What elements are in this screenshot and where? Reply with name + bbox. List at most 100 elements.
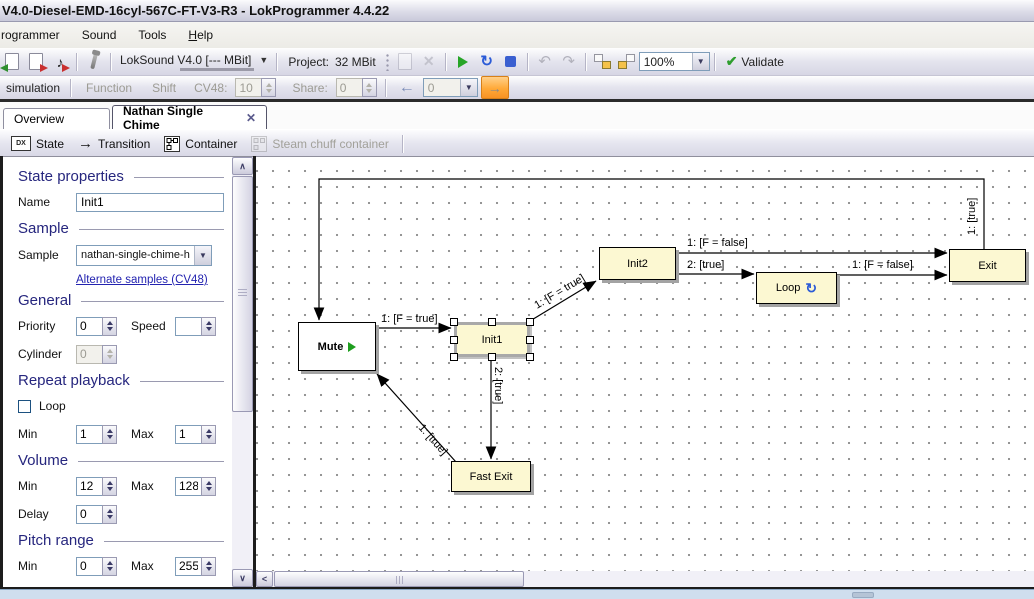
priority-input[interactable]	[76, 317, 102, 336]
spin-down-icon[interactable]	[107, 327, 113, 331]
menu-sound[interactable]: Sound	[71, 25, 128, 45]
state-node-init1[interactable]: Init1	[454, 322, 530, 357]
menu-tools[interactable]: Tools	[127, 25, 177, 45]
spin-up-icon[interactable]	[206, 429, 212, 433]
spin-up-icon[interactable]	[107, 481, 113, 485]
spinner-buttons[interactable]	[102, 317, 117, 336]
red-arrow-icon	[40, 64, 48, 72]
pitch-min-spinner[interactable]	[76, 557, 117, 576]
pitch-min-input[interactable]	[76, 557, 102, 576]
repeat-max-input[interactable]	[175, 425, 201, 444]
scrollbar-thumb[interactable]	[274, 571, 524, 587]
volume-min-spinner[interactable]	[76, 477, 117, 496]
previous-state-button[interactable]: ←	[396, 77, 418, 99]
selection-handle[interactable]	[526, 318, 534, 326]
state-node-exit[interactable]: Exit	[949, 249, 1026, 282]
write-to-programmer-button[interactable]	[25, 51, 47, 73]
alternate-samples-link[interactable]: Alternate samples (CV48)	[76, 274, 208, 286]
spinner-buttons[interactable]	[201, 425, 216, 444]
tab-nathan-single-chime[interactable]: Nathan Single Chime ✕	[112, 105, 267, 129]
selection-handle[interactable]	[450, 336, 458, 344]
spin-up-icon[interactable]	[107, 429, 113, 433]
sample-select[interactable]: nathan-single-chime-h ▼	[76, 245, 212, 266]
spin-down-icon[interactable]	[206, 487, 212, 491]
close-tab-icon[interactable]: ✕	[246, 111, 256, 125]
volume-max-input[interactable]	[175, 477, 201, 496]
spinner-buttons[interactable]	[102, 505, 117, 524]
delay-spinner[interactable]	[76, 505, 117, 524]
repeat-min-spinner[interactable]	[76, 425, 117, 444]
spin-up-icon[interactable]	[107, 561, 113, 565]
selection-handle[interactable]	[526, 336, 534, 344]
speed-spinner[interactable]	[175, 317, 216, 336]
scroll-left-button[interactable]: <	[256, 571, 273, 587]
scroll-down-button[interactable]: ∨	[232, 569, 253, 587]
read-from-programmer-button[interactable]	[1, 51, 23, 73]
spinner-buttons[interactable]	[102, 477, 117, 496]
delete-button[interactable]: ✕	[418, 51, 440, 73]
spin-down-icon[interactable]	[107, 435, 113, 439]
state-node-mute[interactable]: Mute	[298, 322, 376, 371]
play-sound-button[interactable]	[452, 51, 474, 73]
loop-checkbox[interactable]	[18, 400, 31, 413]
chevron-down-icon[interactable]: ▼	[194, 246, 211, 265]
add-state-button[interactable]: DX State	[4, 133, 71, 155]
state-node-init2[interactable]: Init2	[599, 247, 676, 280]
selection-handle[interactable]	[488, 353, 496, 361]
decoder-type-select[interactable]: LokSound V4.0 [--- MBit] ▼	[116, 51, 272, 72]
spinner-buttons[interactable]	[102, 557, 117, 576]
bring-to-front-button[interactable]	[592, 51, 614, 73]
selection-handle[interactable]	[526, 353, 534, 361]
spin-down-icon[interactable]	[107, 515, 113, 519]
speed-input[interactable]	[175, 317, 201, 336]
spin-down-icon[interactable]	[107, 487, 113, 491]
tab-overview[interactable]: Overview	[3, 108, 110, 129]
spin-up-icon[interactable]	[107, 321, 113, 325]
selection-handle[interactable]	[488, 318, 496, 326]
volume-min-input[interactable]	[76, 477, 102, 496]
pitch-max-spinner[interactable]	[175, 557, 216, 576]
menu-help[interactable]: Help	[177, 25, 224, 45]
spin-down-icon[interactable]	[107, 567, 113, 571]
priority-spinner[interactable]	[76, 317, 117, 336]
spin-up-icon[interactable]	[206, 561, 212, 565]
validate-button[interactable]: ✔ Validate	[720, 53, 790, 70]
loop-play-button[interactable]: ↻	[476, 51, 498, 73]
spin-up-icon[interactable]	[206, 481, 212, 485]
pitch-max-input[interactable]	[175, 557, 201, 576]
state-node-fastexit[interactable]: Fast Exit	[451, 461, 531, 492]
spin-up-icon[interactable]	[107, 509, 113, 513]
repeat-max-spinner[interactable]	[175, 425, 216, 444]
state-diagram-canvas[interactable]: 1: [F = true]1: [F = true]1: [F = false]…	[256, 157, 1034, 571]
spinner-buttons[interactable]	[201, 477, 216, 496]
repeat-min-input[interactable]	[76, 425, 102, 444]
spin-down-icon[interactable]	[206, 435, 212, 439]
write-sound-button[interactable]: ♪	[49, 51, 71, 73]
add-container-button[interactable]: Container	[157, 133, 244, 155]
chevron-down-icon[interactable]: ▼	[692, 53, 709, 70]
menu-programmer[interactable]: rogrammer	[0, 25, 71, 45]
next-state-button[interactable]: →	[481, 76, 509, 99]
add-transition-button[interactable]: → Transition	[71, 133, 157, 155]
spin-down-icon[interactable]	[206, 327, 212, 331]
panel-scrollbar[interactable]: ∧ ∨	[232, 157, 253, 587]
state-node-loop[interactable]: Loop↻	[756, 272, 837, 304]
scrollbar-thumb[interactable]	[232, 176, 253, 412]
canvas-hscrollbar[interactable]: <	[256, 571, 1034, 587]
spinner-buttons[interactable]	[102, 425, 117, 444]
send-to-back-button[interactable]	[616, 51, 638, 73]
checkmark-icon: ✔	[726, 53, 738, 70]
zoom-select[interactable]: 100% ▼	[639, 52, 710, 71]
scroll-up-button[interactable]: ∧	[232, 157, 253, 175]
selection-handle[interactable]	[450, 318, 458, 326]
spinner-buttons[interactable]	[201, 557, 216, 576]
spin-down-icon[interactable]	[206, 567, 212, 571]
programmer-connection-button[interactable]	[83, 51, 105, 73]
delay-input[interactable]	[76, 505, 102, 524]
selection-handle[interactable]	[450, 353, 458, 361]
spin-up-icon[interactable]	[206, 321, 212, 325]
name-input[interactable]	[76, 193, 224, 212]
volume-max-spinner[interactable]	[175, 477, 216, 496]
stop-button[interactable]	[500, 51, 522, 73]
spinner-buttons[interactable]	[201, 317, 216, 336]
